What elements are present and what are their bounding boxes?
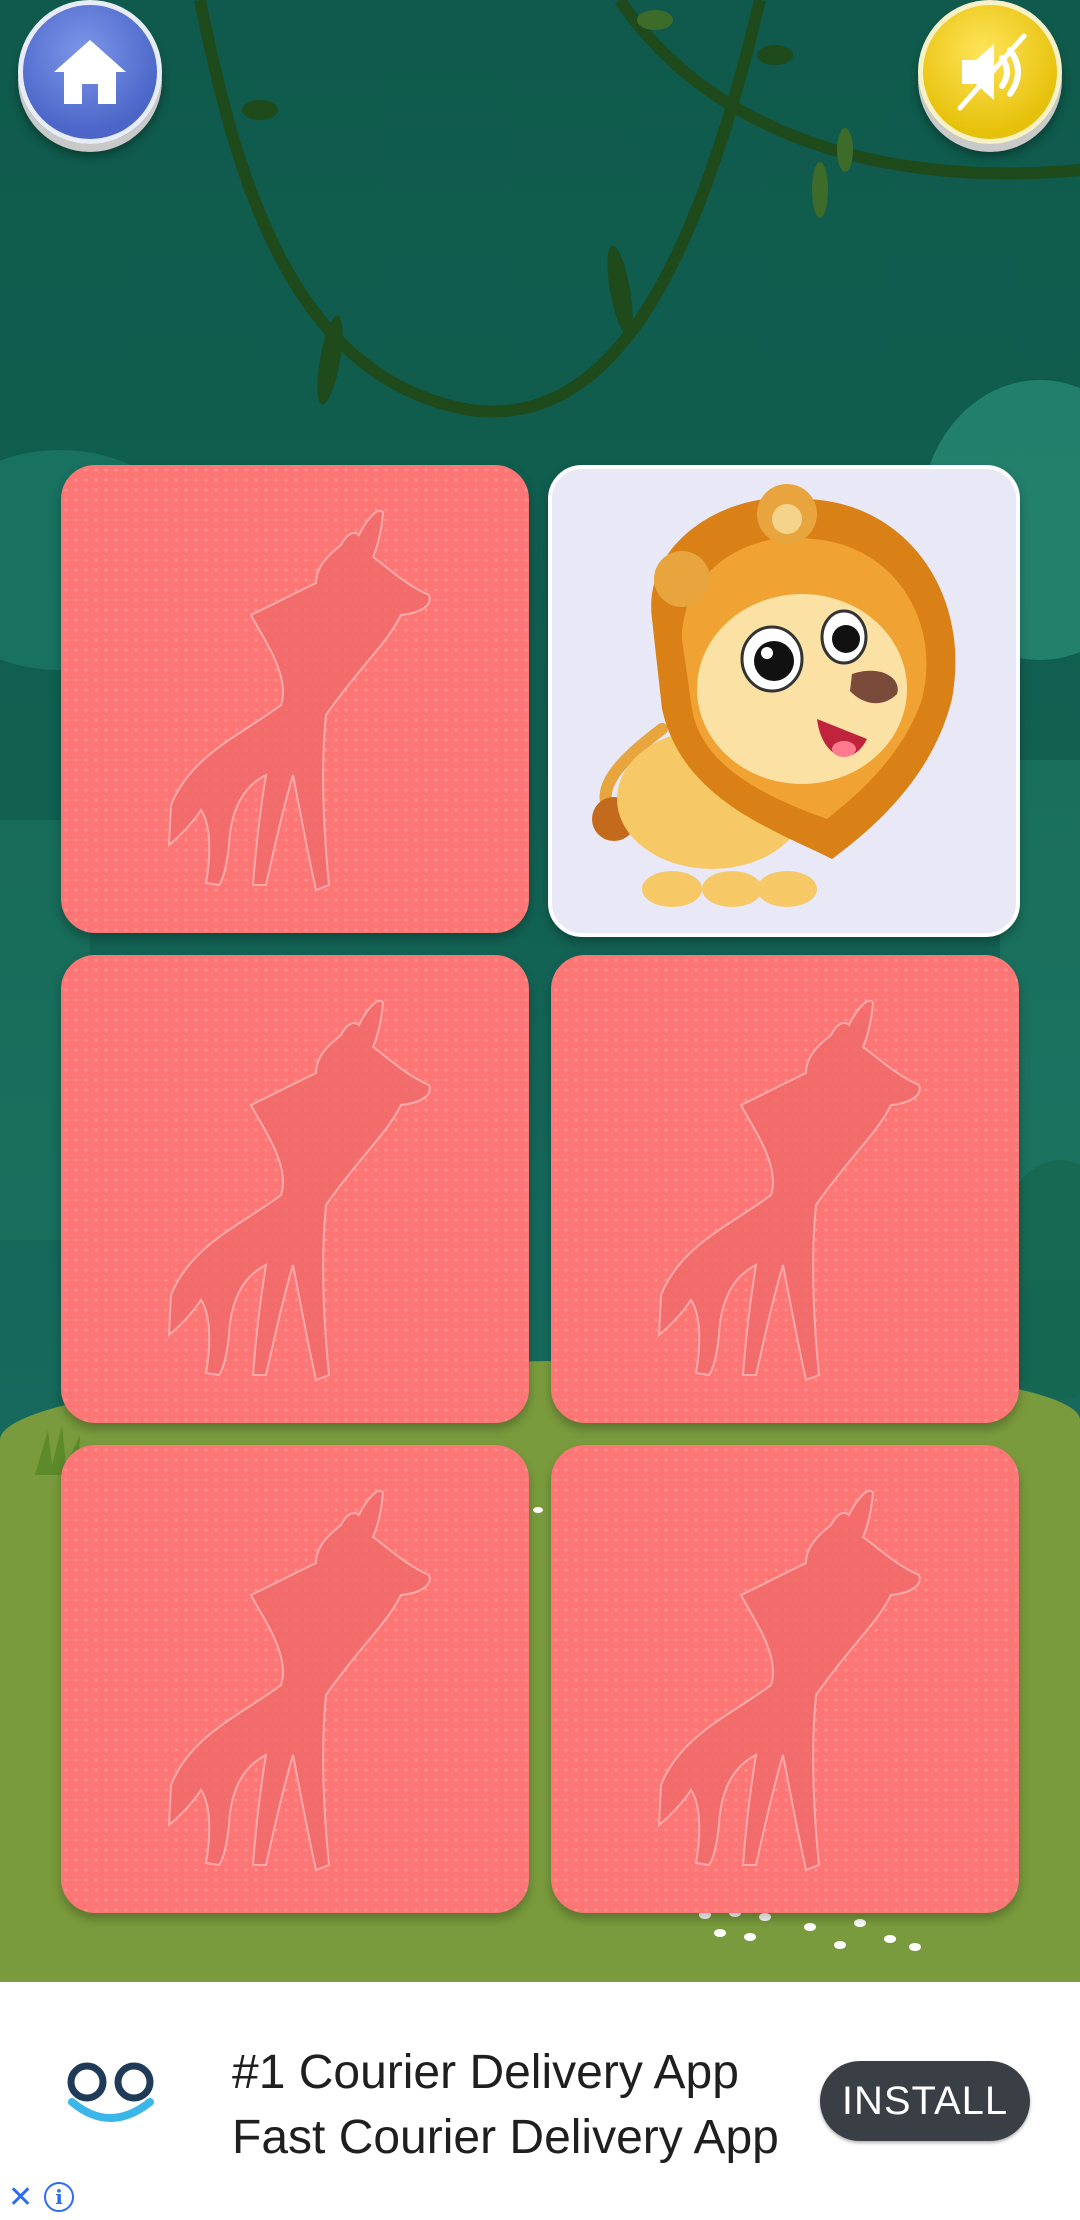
ad-headline[interactable]: #1 Courier Delivery App xyxy=(232,2045,777,2100)
lion-icon xyxy=(592,484,956,907)
sound-toggle-button[interactable] xyxy=(918,0,1062,144)
home-icon xyxy=(54,40,126,104)
courier-app-logo-icon xyxy=(67,2062,154,2122)
install-button[interactable]: INSTALL xyxy=(820,2061,1030,2141)
memory-card-revealed[interactable] xyxy=(548,465,1020,937)
sound-muted-icon xyxy=(957,33,1027,111)
memory-card[interactable] xyxy=(551,1445,1019,1913)
giraffe-silhouette-icon xyxy=(167,999,431,1382)
memory-card[interactable] xyxy=(551,955,1019,1423)
memory-card[interactable] xyxy=(61,1445,529,1913)
grass-dot xyxy=(533,1507,543,1513)
giraffe-silhouette-icon xyxy=(167,509,431,892)
ad-info-icon[interactable]: i xyxy=(44,2182,74,2212)
ad-subheadline[interactable]: Fast Courier Delivery App xyxy=(232,2110,777,2165)
memory-card[interactable] xyxy=(61,955,529,1423)
ad-close-icon[interactable]: ✕ xyxy=(8,2180,33,2216)
giraffe-silhouette-icon xyxy=(167,1489,431,1872)
memory-card[interactable] xyxy=(61,465,529,933)
giraffe-silhouette-icon xyxy=(657,999,921,1382)
giraffe-silhouette-icon xyxy=(657,1489,921,1872)
home-button[interactable] xyxy=(18,0,162,144)
game-area xyxy=(0,0,1080,1982)
